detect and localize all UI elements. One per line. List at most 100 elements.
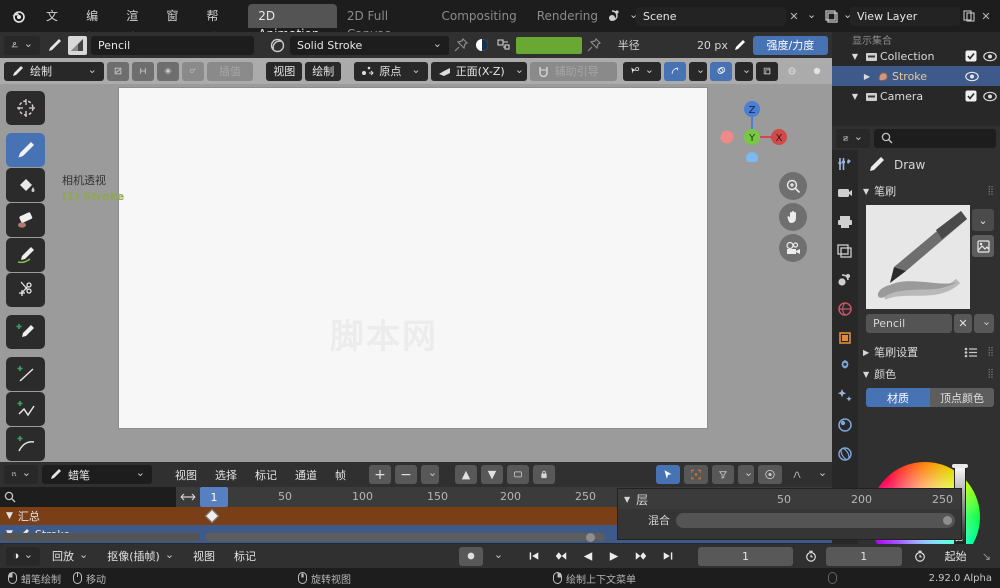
menu-draw[interactable]: 绘制 xyxy=(305,62,341,81)
view-layer-close-icon[interactable]: ✕ xyxy=(978,10,994,23)
eye-icon[interactable] xyxy=(980,91,1000,102)
add-keyframe-button[interactable]: + xyxy=(369,465,391,484)
shading-wireframe-icon[interactable] xyxy=(781,62,803,81)
dope-menu-key[interactable]: 帧 xyxy=(328,465,353,484)
display-icon[interactable] xyxy=(507,465,529,484)
blend-slider[interactable] xyxy=(676,513,955,528)
brush-close-icon[interactable]: ✕ xyxy=(954,314,972,333)
move-down-button[interactable]: ▼ xyxy=(481,465,503,484)
dopesheet-hscrollbar-knob[interactable] xyxy=(586,533,595,542)
pin-icon[interactable] xyxy=(453,38,470,52)
object-data-tab-icon[interactable] xyxy=(837,415,853,435)
visual-effects-tab-icon[interactable] xyxy=(837,386,853,406)
filter-dropdown[interactable] xyxy=(738,465,754,484)
view-layer-tab-icon[interactable] xyxy=(837,241,853,261)
brush-browse-icon[interactable] xyxy=(974,314,994,333)
filter-icon[interactable] xyxy=(712,465,734,484)
show-hidden-toggle[interactable] xyxy=(684,465,708,484)
keyframe-diamond[interactable] xyxy=(205,509,219,523)
view-layer-copy-icon[interactable] xyxy=(960,10,978,22)
tab-material[interactable]: 材质 xyxy=(866,388,930,407)
polyline-tool[interactable] xyxy=(6,392,45,426)
scene-dropdown-icon[interactable] xyxy=(802,10,816,23)
view-layer-name-field[interactable]: View Layer xyxy=(850,7,960,26)
tool-tab-icon[interactable] xyxy=(837,154,853,174)
remove-keyframe-button[interactable]: − xyxy=(395,465,417,484)
menu-edit[interactable]: 编辑 xyxy=(76,5,116,27)
dopesheet-mode-selector[interactable]: 蜡笔 xyxy=(42,465,152,484)
dopesheet-hscrollbar[interactable] xyxy=(0,533,200,541)
strength-slider[interactable]: 强度/力度 xyxy=(753,36,828,55)
navigation-gizmo[interactable]: Z Y X xyxy=(717,92,787,162)
move-up-button[interactable]: ▲ xyxy=(455,465,477,484)
triangle-down-icon[interactable]: ▼ xyxy=(6,511,13,521)
layer-overlay-header[interactable]: ▼ 层 50 200 250 xyxy=(618,489,961,509)
prev-keyframe-icon[interactable] xyxy=(548,547,574,566)
only-show-selected-toggle[interactable] xyxy=(656,465,680,484)
scene-name-field[interactable]: Scene xyxy=(636,7,786,26)
eyedropper-tool[interactable] xyxy=(6,315,45,349)
modifier-tab-icon[interactable] xyxy=(837,357,853,377)
properties-search-input[interactable] xyxy=(874,129,996,148)
object-tab-icon[interactable] xyxy=(837,328,853,348)
workspace-tab-compositing[interactable]: Compositing xyxy=(431,4,526,28)
orientation-selector[interactable]: 正面(X-Z) xyxy=(431,62,527,81)
scene-close-icon[interactable]: ✕ xyxy=(786,10,802,23)
workspace-tab-2d-full-canvas[interactable]: 2D Full Canvas xyxy=(337,4,432,28)
tint-tool[interactable] xyxy=(6,238,45,272)
search-icon[interactable] xyxy=(0,491,20,503)
render-tab-icon[interactable] xyxy=(837,183,853,203)
channel-summary-label-group[interactable]: ▼ 汇总 xyxy=(0,508,200,524)
frame-start-label-overlay[interactable]: 起始 xyxy=(938,547,974,566)
proportional-edit-icon[interactable] xyxy=(758,465,782,484)
brush-color-swatch[interactable] xyxy=(516,37,582,54)
jump-end-icon[interactable] xyxy=(656,547,680,566)
jump-start-icon[interactable] xyxy=(522,547,546,566)
menu-render[interactable]: 渲染 xyxy=(116,5,156,27)
triangle-down-icon[interactable]: ▼ xyxy=(863,370,869,379)
preset-list-icon[interactable] xyxy=(964,347,978,358)
pressure-icon[interactable] xyxy=(732,36,749,55)
current-frame-indicator[interactable]: 1 xyxy=(200,487,228,507)
zoom-icon[interactable] xyxy=(779,172,807,200)
triangle-down-icon[interactable]: ▼ xyxy=(848,92,862,101)
layer-overlay-panel[interactable]: ▼ 层 50 200 250 混合 xyxy=(617,488,962,540)
next-keyframe-icon[interactable] xyxy=(628,547,654,566)
gizmo-toggle[interactable] xyxy=(664,62,686,81)
outliner-row-stroke[interactable]: ▶ Stroke xyxy=(832,66,1000,86)
play-reverse-icon[interactable] xyxy=(576,547,600,566)
panel-brush-settings-header[interactable]: ▶ 笔刷设置 ⣿ xyxy=(858,341,1000,363)
eye-icon[interactable] xyxy=(962,71,982,82)
triangle-right-icon[interactable]: ▶ xyxy=(860,72,874,81)
falloff-dropdown[interactable] xyxy=(812,465,828,484)
view-layer-selector[interactable]: View Layer ✕ xyxy=(824,7,994,26)
workspace-tab-2d-animation[interactable]: 2D Animation xyxy=(248,4,337,28)
blender-logo-icon[interactable] xyxy=(10,8,26,24)
brush-name-value[interactable]: Pencil xyxy=(866,314,952,333)
keying-menu[interactable]: 抠像(插帧) xyxy=(100,547,181,566)
pan-icon[interactable] xyxy=(779,203,807,231)
slider-knob[interactable] xyxy=(943,516,952,525)
outliner-row-camera[interactable]: ▼ Camera xyxy=(832,86,1000,106)
overlays-dropdown[interactable] xyxy=(735,62,753,81)
timeline-view-menu[interactable]: 视图 xyxy=(186,547,222,566)
viewport-3d[interactable]: 脚本网 相机透视 (1) Stroke xyxy=(0,84,832,462)
tool-settings-icon[interactable] xyxy=(4,36,40,55)
fill-tool[interactable] xyxy=(6,168,45,202)
auto-keying-dropdown[interactable] xyxy=(488,547,504,566)
xray-toggle[interactable] xyxy=(756,62,778,81)
blend-mode-icon[interactable] xyxy=(474,36,491,55)
edit-lines-icon[interactable] xyxy=(107,62,129,81)
snap-toggle[interactable]: 辅助引导 xyxy=(530,62,617,81)
brush-name-field[interactable]: Pencil xyxy=(91,36,254,55)
scene-selector[interactable]: Scene ✕ xyxy=(608,7,816,26)
color-pin-icon[interactable] xyxy=(586,38,603,52)
current-frame-field[interactable]: 1 xyxy=(698,547,793,566)
overlays-toggle[interactable] xyxy=(710,62,732,81)
outliner[interactable]: 显示集合 ▼ Collection ▶ Stroke xyxy=(832,32,1000,126)
erase-tool[interactable] xyxy=(6,203,45,237)
new-image-button[interactable] xyxy=(972,235,994,257)
line-tool[interactable] xyxy=(6,357,45,391)
current-frame-field-overlay[interactable]: 1 xyxy=(826,547,902,566)
cutter-tool[interactable] xyxy=(6,273,45,307)
